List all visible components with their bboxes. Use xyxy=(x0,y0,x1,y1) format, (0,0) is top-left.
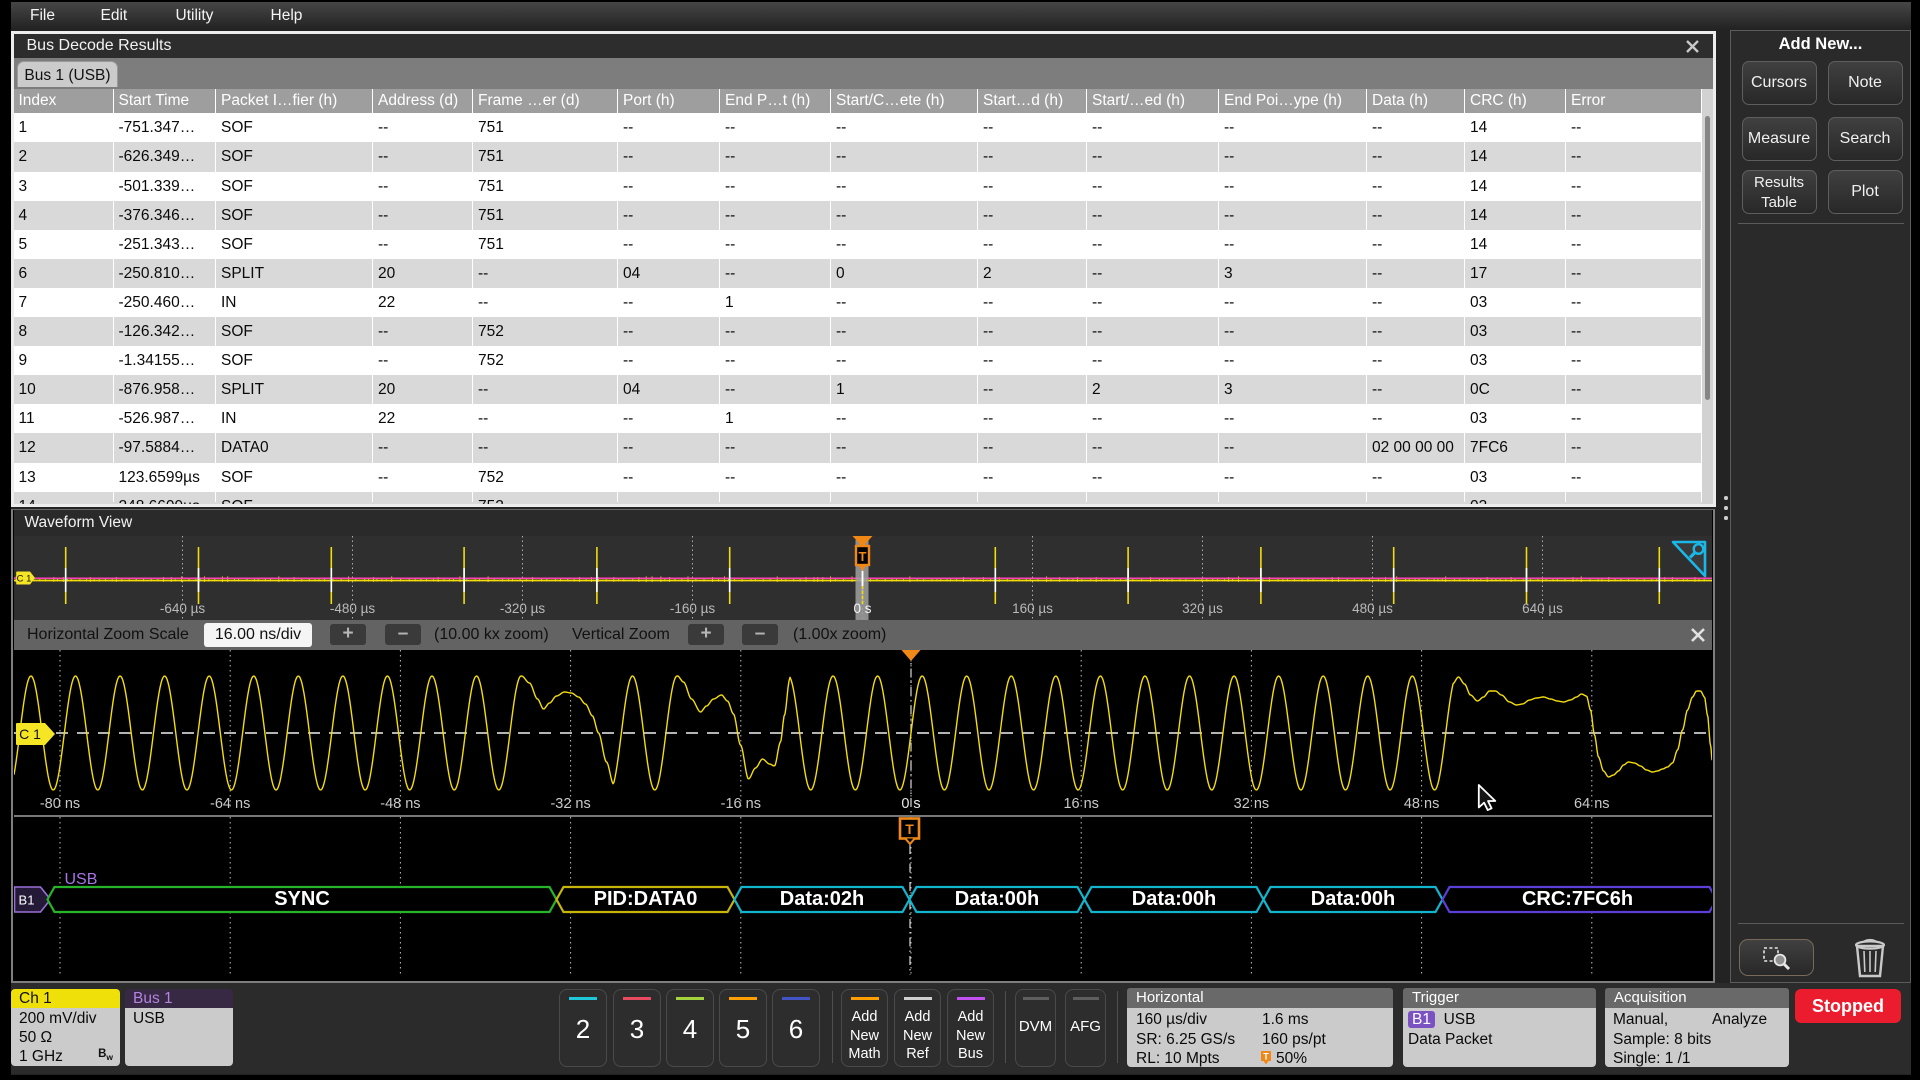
svg-text:0 s: 0 s xyxy=(901,796,920,812)
svg-text:SYNC: SYNC xyxy=(274,888,330,910)
svg-text:160 µs: 160 µs xyxy=(1012,601,1053,616)
svg-text:USB: USB xyxy=(64,871,97,888)
svg-text:Data:00h: Data:00h xyxy=(954,888,1038,910)
svg-text:48 ns: 48 ns xyxy=(1403,796,1438,812)
svg-text:Data:02h: Data:02h xyxy=(779,888,863,910)
svg-text:-320 µs: -320 µs xyxy=(499,601,545,616)
svg-text:T: T xyxy=(905,821,914,837)
svg-text:C 1: C 1 xyxy=(19,726,41,742)
svg-text:-32 ns: -32 ns xyxy=(550,796,590,812)
svg-text:T: T xyxy=(1263,1052,1269,1062)
svg-text:Data:00h: Data:00h xyxy=(1131,888,1215,910)
svg-text:-64 ns: -64 ns xyxy=(210,796,250,812)
svg-text:16 ns: 16 ns xyxy=(1063,796,1098,812)
svg-text:640 µs: 640 µs xyxy=(1522,601,1563,616)
svg-text:32 ns: 32 ns xyxy=(1233,796,1268,812)
svg-text:C 1: C 1 xyxy=(16,574,31,585)
svg-text:-480 µs: -480 µs xyxy=(329,601,375,616)
svg-text:64 ns: 64 ns xyxy=(1574,796,1609,812)
svg-text:-80 ns: -80 ns xyxy=(39,796,79,812)
svg-text:0 s: 0 s xyxy=(853,601,871,616)
svg-text:B1: B1 xyxy=(18,893,34,908)
svg-text:320 µs: 320 µs xyxy=(1182,601,1223,616)
svg-text:PID:DATA0: PID:DATA0 xyxy=(593,888,697,910)
svg-text:T: T xyxy=(858,549,866,564)
svg-text:CRC:7FC6h: CRC:7FC6h xyxy=(1521,888,1632,910)
svg-text:-640 µs: -640 µs xyxy=(159,601,205,616)
svg-text:Data:00h: Data:00h xyxy=(1310,888,1394,910)
svg-text:-48 ns: -48 ns xyxy=(380,796,420,812)
svg-text:480 µs: 480 µs xyxy=(1352,601,1393,616)
svg-text:-16 ns: -16 ns xyxy=(720,796,760,812)
svg-text:-160 µs: -160 µs xyxy=(669,601,715,616)
